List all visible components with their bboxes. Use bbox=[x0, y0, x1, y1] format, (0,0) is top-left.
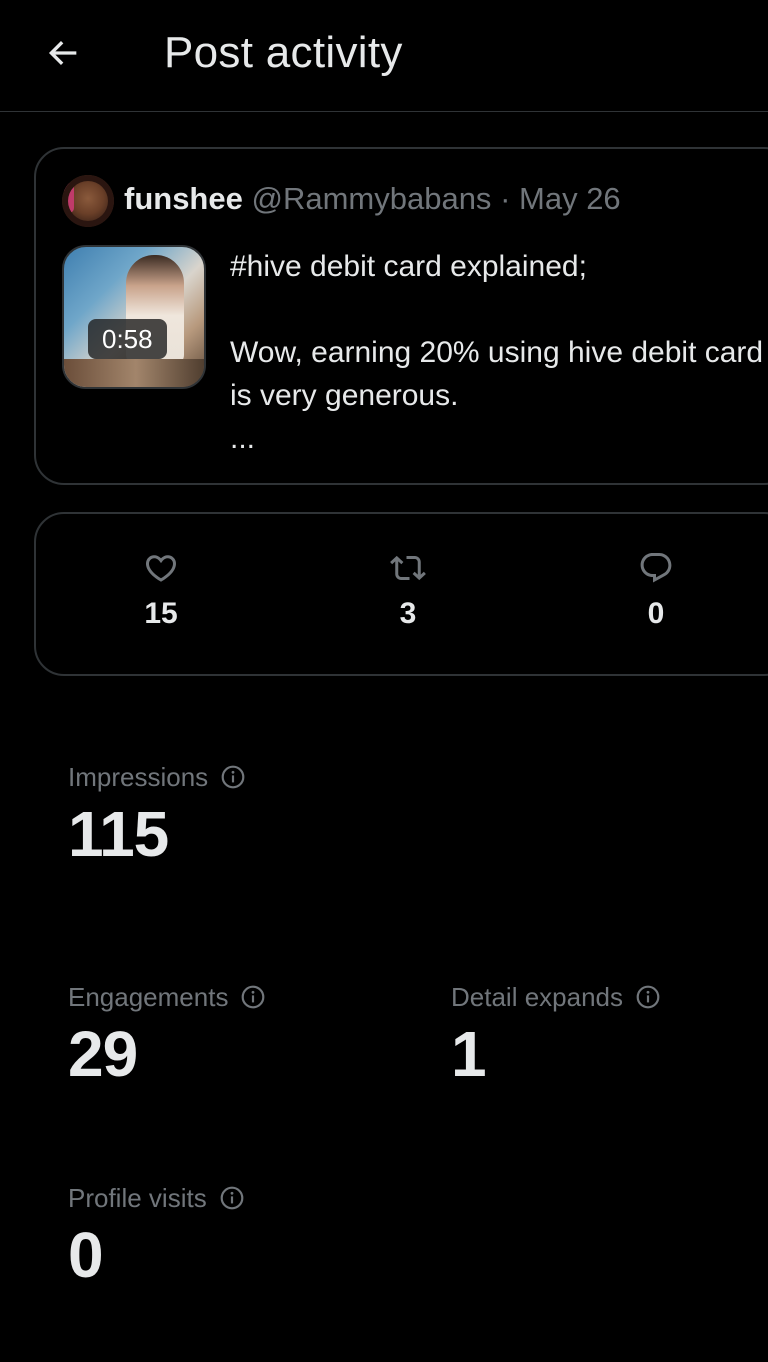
reposts-count: 3 bbox=[399, 597, 417, 630]
info-icon[interactable] bbox=[219, 1185, 245, 1211]
repost-icon bbox=[390, 555, 426, 581]
impressions-metric: Impressions 115 bbox=[68, 760, 246, 872]
metric-label: Profile visits bbox=[68, 1181, 245, 1215]
detail-expands-label: Detail expands bbox=[451, 982, 623, 1012]
reposts-stat[interactable]: 3 bbox=[358, 550, 458, 632]
info-icon[interactable] bbox=[635, 984, 661, 1010]
page-title: Post activity bbox=[164, 28, 403, 77]
profile-visits-metric: Profile visits 0 bbox=[68, 1181, 245, 1293]
display-name[interactable]: funshee bbox=[124, 181, 243, 216]
back-button[interactable] bbox=[36, 26, 90, 80]
engagements-value: 29 bbox=[68, 1018, 138, 1090]
post-text-ellipsis: ... bbox=[230, 422, 256, 455]
arrow-left-icon bbox=[48, 40, 77, 66]
metric-label: Impressions bbox=[68, 760, 246, 794]
info-icon[interactable] bbox=[240, 984, 266, 1010]
replies-count: 0 bbox=[647, 597, 665, 630]
video-duration: 0:58 bbox=[88, 319, 167, 359]
profile-visits-value: 0 bbox=[68, 1219, 104, 1291]
metric-label: Detail expands bbox=[451, 980, 661, 1014]
detail-expands-value: 1 bbox=[451, 1018, 487, 1090]
detail-expands-metric: Detail expands 1 bbox=[451, 980, 661, 1092]
reply-icon bbox=[640, 553, 672, 583]
app-header: Post activity bbox=[0, 0, 768, 112]
replies-stat[interactable]: 0 bbox=[606, 550, 706, 632]
engagements-label: Engagements bbox=[68, 982, 229, 1012]
post-text: #hive debit card explained; Wow, earning… bbox=[230, 245, 768, 460]
likes-stat[interactable]: 15 bbox=[111, 550, 211, 632]
info-icon[interactable] bbox=[220, 764, 246, 790]
post-card[interactable]: funshee @Rammybabans · May 26 0:58 #hive… bbox=[34, 147, 768, 485]
likes-count: 15 bbox=[144, 597, 178, 630]
engagement-summary: 15 3 0 bbox=[34, 512, 768, 676]
avatar[interactable] bbox=[62, 175, 114, 227]
post-text-line: #hive debit card explained; bbox=[230, 250, 587, 283]
post-author-line: funshee @Rammybabans · May 26 bbox=[124, 179, 621, 219]
separator-dot: · bbox=[500, 181, 511, 216]
engagements-metric: Engagements 29 bbox=[68, 980, 266, 1092]
post-text-line: Wow, earning 20% using hive debit card i… bbox=[230, 336, 764, 412]
profile-visits-label: Profile visits bbox=[68, 1183, 207, 1213]
post-date[interactable]: May 26 bbox=[519, 181, 621, 216]
video-thumbnail[interactable]: 0:58 bbox=[62, 245, 206, 389]
metric-label: Engagements bbox=[68, 980, 266, 1014]
user-handle[interactable]: @Rammybabans bbox=[251, 181, 491, 216]
heart-icon bbox=[145, 555, 177, 582]
impressions-value: 115 bbox=[68, 798, 169, 870]
impressions-label: Impressions bbox=[68, 762, 209, 792]
